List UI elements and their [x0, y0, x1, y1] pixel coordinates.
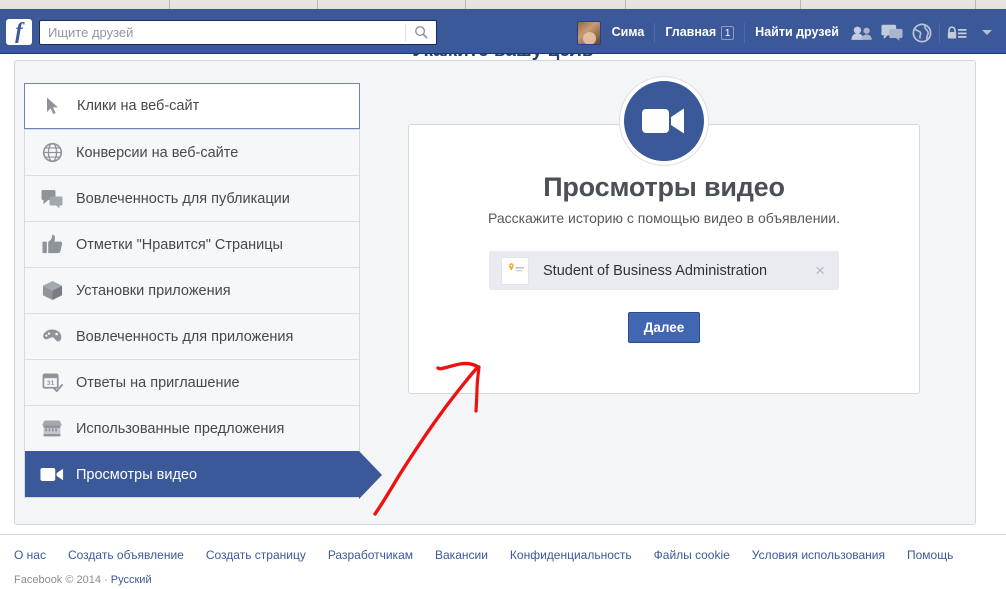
- sidebar-item-3[interactable]: Вовлеченность для публикации: [25, 175, 359, 221]
- sidebar-item-5[interactable]: Установки приложения: [25, 267, 359, 313]
- objective-sidebar: Клики на веб-сайт Конверсии на веб-сайте В…: [24, 83, 382, 499]
- sidebar-item-7[interactable]: 31 Ответы на приглашение: [25, 359, 359, 405]
- footer-link-8[interactable]: Условия использования: [752, 548, 885, 562]
- language-link[interactable]: Русский: [111, 574, 152, 586]
- sidebar-item-label: Ответы на приглашение: [76, 374, 240, 391]
- home-badge: 1: [721, 25, 735, 40]
- footer-link-6[interactable]: Конфиденциальность: [510, 548, 632, 562]
- sidebar-item-1[interactable]: Клики на веб-сайт: [24, 83, 360, 129]
- sidebar-item-9[interactable]: Просмотры видео: [25, 451, 382, 499]
- profile-link[interactable]: Сима: [569, 19, 653, 46]
- home-label: Главная: [665, 25, 717, 39]
- objective-detail-card: Просмотры видео Расскажите историю с пом…: [408, 77, 920, 394]
- sidebar-item-label: Конверсии на веб-сайте: [76, 144, 239, 161]
- nav-divider-3: [939, 22, 940, 43]
- chevron-down-icon: [982, 30, 992, 35]
- footer-link-3[interactable]: Создать страницу: [206, 548, 306, 562]
- selected-page-name: Student of Business Administration: [543, 262, 768, 279]
- home-link[interactable]: Главная 1: [657, 19, 742, 46]
- footer-link-2[interactable]: Создать объявление: [68, 548, 184, 562]
- sidebar-item-label: Отметки "Нравится" Страницы: [76, 236, 283, 253]
- profile-name: Сима: [611, 25, 645, 39]
- sidebar-item-6[interactable]: Вовлеченность для приложения: [25, 313, 359, 359]
- header-nav-right: Сима Главная 1 Найти друзей: [569, 11, 1002, 54]
- privacy-shortcuts-icon[interactable]: [942, 19, 972, 46]
- account-settings-caret-icon[interactable]: [972, 19, 1002, 46]
- video-camera-icon: [40, 463, 64, 487]
- page-thumbnail-icon: [501, 256, 529, 285]
- cursor-icon: [41, 94, 65, 118]
- card-title: Просмотры видео: [543, 172, 785, 202]
- sidebar-item-label: Клики на веб-сайт: [77, 98, 200, 114]
- page-footer: О нас Создать объявление Создать страницу Р…: [0, 534, 1006, 589]
- sidebar-item-2[interactable]: Конверсии на веб-сайте: [25, 129, 359, 175]
- thumbs-up-icon: [40, 233, 64, 257]
- video-camera-icon: [620, 77, 708, 165]
- messages-icon[interactable]: [877, 19, 907, 46]
- globe-icon: [40, 141, 64, 165]
- search-icon[interactable]: [406, 21, 436, 44]
- find-friends-link[interactable]: Найти друзей: [747, 19, 847, 46]
- sidebar-item-4[interactable]: Отметки "Нравится" Страницы: [25, 221, 359, 267]
- page-root: УведомленияЗаявкиПочтаУведомленияСотнико…: [0, 0, 1006, 589]
- sidebar-item-label: Установки приложения: [76, 282, 231, 299]
- content-area: Клики на веб-сайт Конверсии на веб-сайте В…: [0, 54, 1006, 534]
- nav-divider: [654, 22, 656, 43]
- notifications-icon[interactable]: [907, 19, 937, 46]
- gamepad-icon: [40, 325, 64, 349]
- svg-text:31: 31: [46, 380, 54, 387]
- remove-page-icon[interactable]: ×: [813, 261, 827, 281]
- calendar-check-icon: 31: [40, 371, 64, 395]
- footer-link-9[interactable]: Помощь: [907, 548, 953, 562]
- find-friends-label: Найти друзей: [755, 25, 839, 39]
- nav-divider-2: [744, 22, 746, 43]
- sidebar-item-label: Вовлеченность для приложения: [76, 328, 294, 345]
- next-button[interactable]: Далее: [628, 312, 700, 343]
- sidebar-item-label: Просмотры видео: [76, 466, 198, 483]
- browser-tab-strip: УведомленияЗаявкиПочтаУведомленияСотнико…: [0, 0, 1006, 11]
- search-box[interactable]: [39, 19, 437, 45]
- box-icon: [40, 279, 64, 303]
- card-subtitle: Расскажите историю с помощью видео в объ…: [488, 210, 840, 226]
- footer-links: О нас Создать объявление Создать страницу Р…: [0, 535, 1006, 562]
- search-input[interactable]: [40, 20, 405, 44]
- footer-link-7[interactable]: Файлы cookie: [654, 548, 730, 562]
- sidebar-item-label: Вовлеченность для публикации: [76, 190, 290, 207]
- selected-page-row[interactable]: Student of Business Administration ×: [489, 251, 839, 290]
- footer-link-4[interactable]: Разработчикам: [328, 548, 413, 562]
- copyright-text: Facebook © 2014 ·: [14, 574, 111, 586]
- footer-link-5[interactable]: Вакансии: [435, 548, 488, 562]
- sidebar-item-label: Использованные предложения: [76, 420, 285, 437]
- storefront-icon: [40, 417, 64, 441]
- facebook-header: f Сима Главная 1 Найти друзей: [0, 11, 1006, 54]
- avatar: [576, 20, 601, 45]
- copyright: Facebook © 2014 · Русский: [0, 562, 1006, 586]
- facebook-logo-icon[interactable]: f: [6, 19, 32, 45]
- speech-bubbles-icon: [40, 187, 64, 211]
- sidebar-item-8[interactable]: Использованные предложения: [25, 405, 359, 451]
- footer-link-1[interactable]: О нас: [14, 548, 46, 562]
- friend-requests-icon[interactable]: [847, 19, 877, 46]
